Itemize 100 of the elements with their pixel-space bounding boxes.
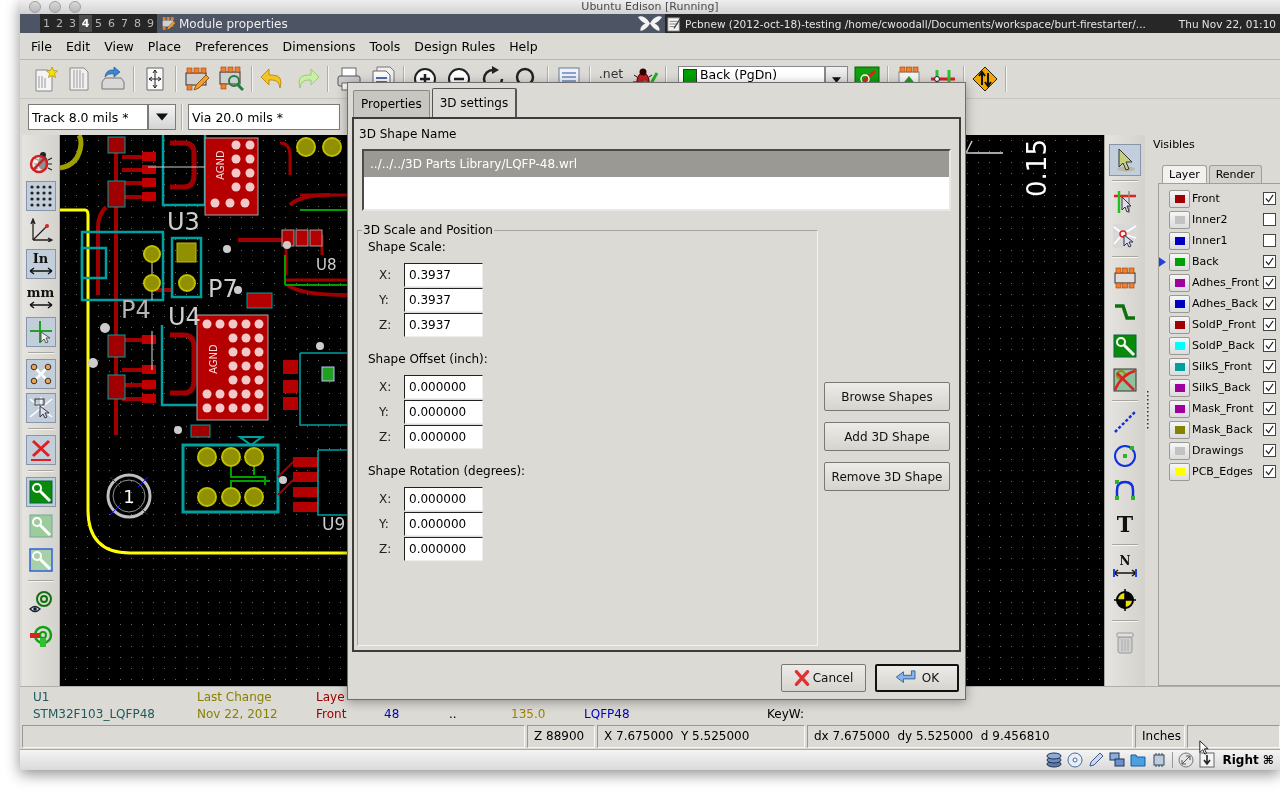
layer-name[interactable]: SoldP_Front: [1192, 318, 1263, 331]
layer-color-button[interactable]: [1169, 189, 1190, 208]
layer-color-button[interactable]: [1169, 210, 1190, 229]
layer-color-button[interactable]: [1169, 420, 1190, 439]
layer-name[interactable]: Mask_Front: [1192, 402, 1263, 415]
menu-item[interactable]: File: [24, 38, 59, 54]
auto-delete-button[interactable]: [25, 435, 56, 465]
swap-layers-icon[interactable]: [972, 66, 998, 92]
value-field[interactable]: 0.000000: [404, 511, 483, 536]
menu-item[interactable]: Tools: [362, 38, 408, 54]
layer-color-button[interactable]: [1169, 273, 1190, 292]
layer-panel-tab[interactable]: Layer: [1162, 165, 1207, 183]
value-field[interactable]: 0.3937: [404, 262, 483, 287]
clock[interactable]: Thu Nov 22, 01:10: [1178, 17, 1276, 30]
layer-color-button[interactable]: [1169, 252, 1190, 271]
chip-pencil-icon[interactable]: [184, 66, 210, 92]
layer-name[interactable]: PCB_Edges: [1192, 465, 1263, 478]
workspace-button[interactable]: 4: [79, 15, 92, 32]
workspace-button[interactable]: 5: [92, 15, 105, 32]
select-tool-button[interactable]: [1109, 144, 1141, 176]
chip-icon[interactable]: [1151, 752, 1168, 768]
layer-visibility-checkbox[interactable]: [1263, 213, 1276, 226]
module-ratsnest-button[interactable]: [25, 393, 56, 423]
layer-visibility-checkbox[interactable]: [1263, 360, 1276, 373]
shape-action-button[interactable]: Remove 3D Shape: [824, 462, 950, 492]
layer-color-button[interactable]: [1169, 462, 1190, 481]
layer-visibility-checkbox[interactable]: [1263, 318, 1276, 331]
dialog-tab[interactable]: 3D settings: [431, 88, 518, 117]
layer-visibility-checkbox[interactable]: [1263, 297, 1276, 310]
layer-name[interactable]: Adhes_Back: [1192, 297, 1263, 310]
splitter-grip-icon[interactable]: [1145, 390, 1149, 431]
value-field[interactable]: 0.000000: [404, 486, 483, 511]
value-field[interactable]: 0.000000: [404, 424, 483, 449]
layer-color-button[interactable]: [1169, 378, 1190, 397]
layer-name[interactable]: SoldP_Back: [1192, 339, 1263, 352]
layer-name[interactable]: Back: [1192, 255, 1263, 268]
workspace-button[interactable]: 7: [118, 15, 131, 32]
menu-item[interactable]: Preferences: [188, 38, 276, 54]
layer-name[interactable]: Front: [1192, 192, 1263, 205]
layer-name[interactable]: Inner2: [1192, 213, 1263, 226]
workspace-button[interactable]: 8: [131, 15, 144, 32]
menu-item[interactable]: Edit: [58, 38, 98, 54]
layer-visibility-checkbox[interactable]: [1263, 234, 1276, 247]
add-text-button[interactable]: T: [1109, 508, 1141, 540]
layer-color-button[interactable]: [1169, 231, 1190, 250]
value-field[interactable]: 0.3937: [404, 312, 483, 337]
layer-visibility-checkbox[interactable]: [1263, 402, 1276, 415]
shape-action-button[interactable]: Browse Shapes: [824, 382, 950, 412]
layer-color-button[interactable]: [1169, 441, 1190, 460]
layer-color-button[interactable]: [1169, 399, 1190, 418]
units-button[interactable]: mm: [25, 283, 56, 313]
workspace-button[interactable]: 2: [53, 15, 66, 32]
menu-item[interactable]: Design Rules: [407, 38, 503, 54]
layer-name[interactable]: Drawings: [1192, 444, 1263, 457]
layer-visibility-checkbox[interactable]: [1263, 423, 1276, 436]
layer-color-button[interactable]: [1169, 357, 1190, 376]
workspace-button[interactable]: 9: [144, 15, 157, 32]
layer-name[interactable]: Mask_Back: [1192, 423, 1263, 436]
layer-visibility-checkbox[interactable]: [1263, 255, 1276, 268]
read-netlist-button[interactable]: .net: [594, 66, 628, 82]
ok-button[interactable]: OK: [875, 664, 959, 693]
dropdown-button[interactable]: [148, 104, 176, 130]
layer-color-button[interactable]: [1169, 315, 1190, 334]
disk-stack-icon[interactable]: [1046, 752, 1063, 768]
menu-item[interactable]: Dimensions: [275, 38, 363, 54]
value-field[interactable]: 0.000000: [404, 399, 483, 424]
layer-visibility-checkbox[interactable]: [1263, 381, 1276, 394]
layer-name[interactable]: Inner1: [1192, 234, 1263, 247]
zone-filled-button[interactable]: [25, 477, 56, 507]
layer-visibility-checkbox[interactable]: [1263, 276, 1276, 289]
layer-visibility-checkbox[interactable]: [1263, 465, 1276, 478]
units-button[interactable]: In: [25, 249, 56, 279]
cursor-shape-button[interactable]: [25, 317, 56, 347]
layer-color-button[interactable]: [1169, 336, 1190, 355]
folder-icon[interactable]: [1130, 752, 1147, 768]
ratsnest-toggle-button[interactable]: [25, 359, 56, 389]
dialog-tab[interactable]: Properties: [353, 90, 430, 117]
workspace-button[interactable]: 6: [105, 15, 118, 32]
via-size-select[interactable]: Via 20.0 mils *: [188, 104, 340, 130]
layer-visibility-checkbox[interactable]: [1263, 339, 1276, 352]
cancel-button[interactable]: Cancel: [781, 664, 866, 693]
value-field[interactable]: 0.000000: [404, 374, 483, 399]
workspace-button[interactable]: 3: [66, 15, 79, 32]
save-icon[interactable]: [100, 66, 126, 92]
butterfly-icon[interactable]: [637, 15, 663, 32]
download-box-icon[interactable]: [1199, 752, 1216, 768]
menu-item[interactable]: Help: [502, 38, 545, 54]
arrows-circle-icon[interactable]: [1178, 752, 1195, 768]
focused-window-title[interactable]: Module properties: [179, 16, 288, 31]
chip-magnifier-icon[interactable]: [218, 66, 244, 92]
layer-color-button[interactable]: [1169, 294, 1190, 313]
menu-item[interactable]: View: [97, 38, 141, 54]
layer-name[interactable]: SilkS_Front: [1192, 360, 1263, 373]
value-field[interactable]: 0.3937: [404, 287, 483, 312]
network-icon[interactable]: [1109, 752, 1126, 768]
app-window-title[interactable]: Pcbnew (2012-oct-18)-testing /home/cwoodall/Documents/workspace/burt-firestarter/...: [685, 17, 1146, 30]
layer-visibility-checkbox[interactable]: [1263, 444, 1276, 457]
layer-name[interactable]: Adhes_Front: [1192, 276, 1263, 289]
workspace-button[interactable]: 1: [40, 15, 53, 32]
layer-panel-tab[interactable]: Render: [1208, 165, 1262, 183]
